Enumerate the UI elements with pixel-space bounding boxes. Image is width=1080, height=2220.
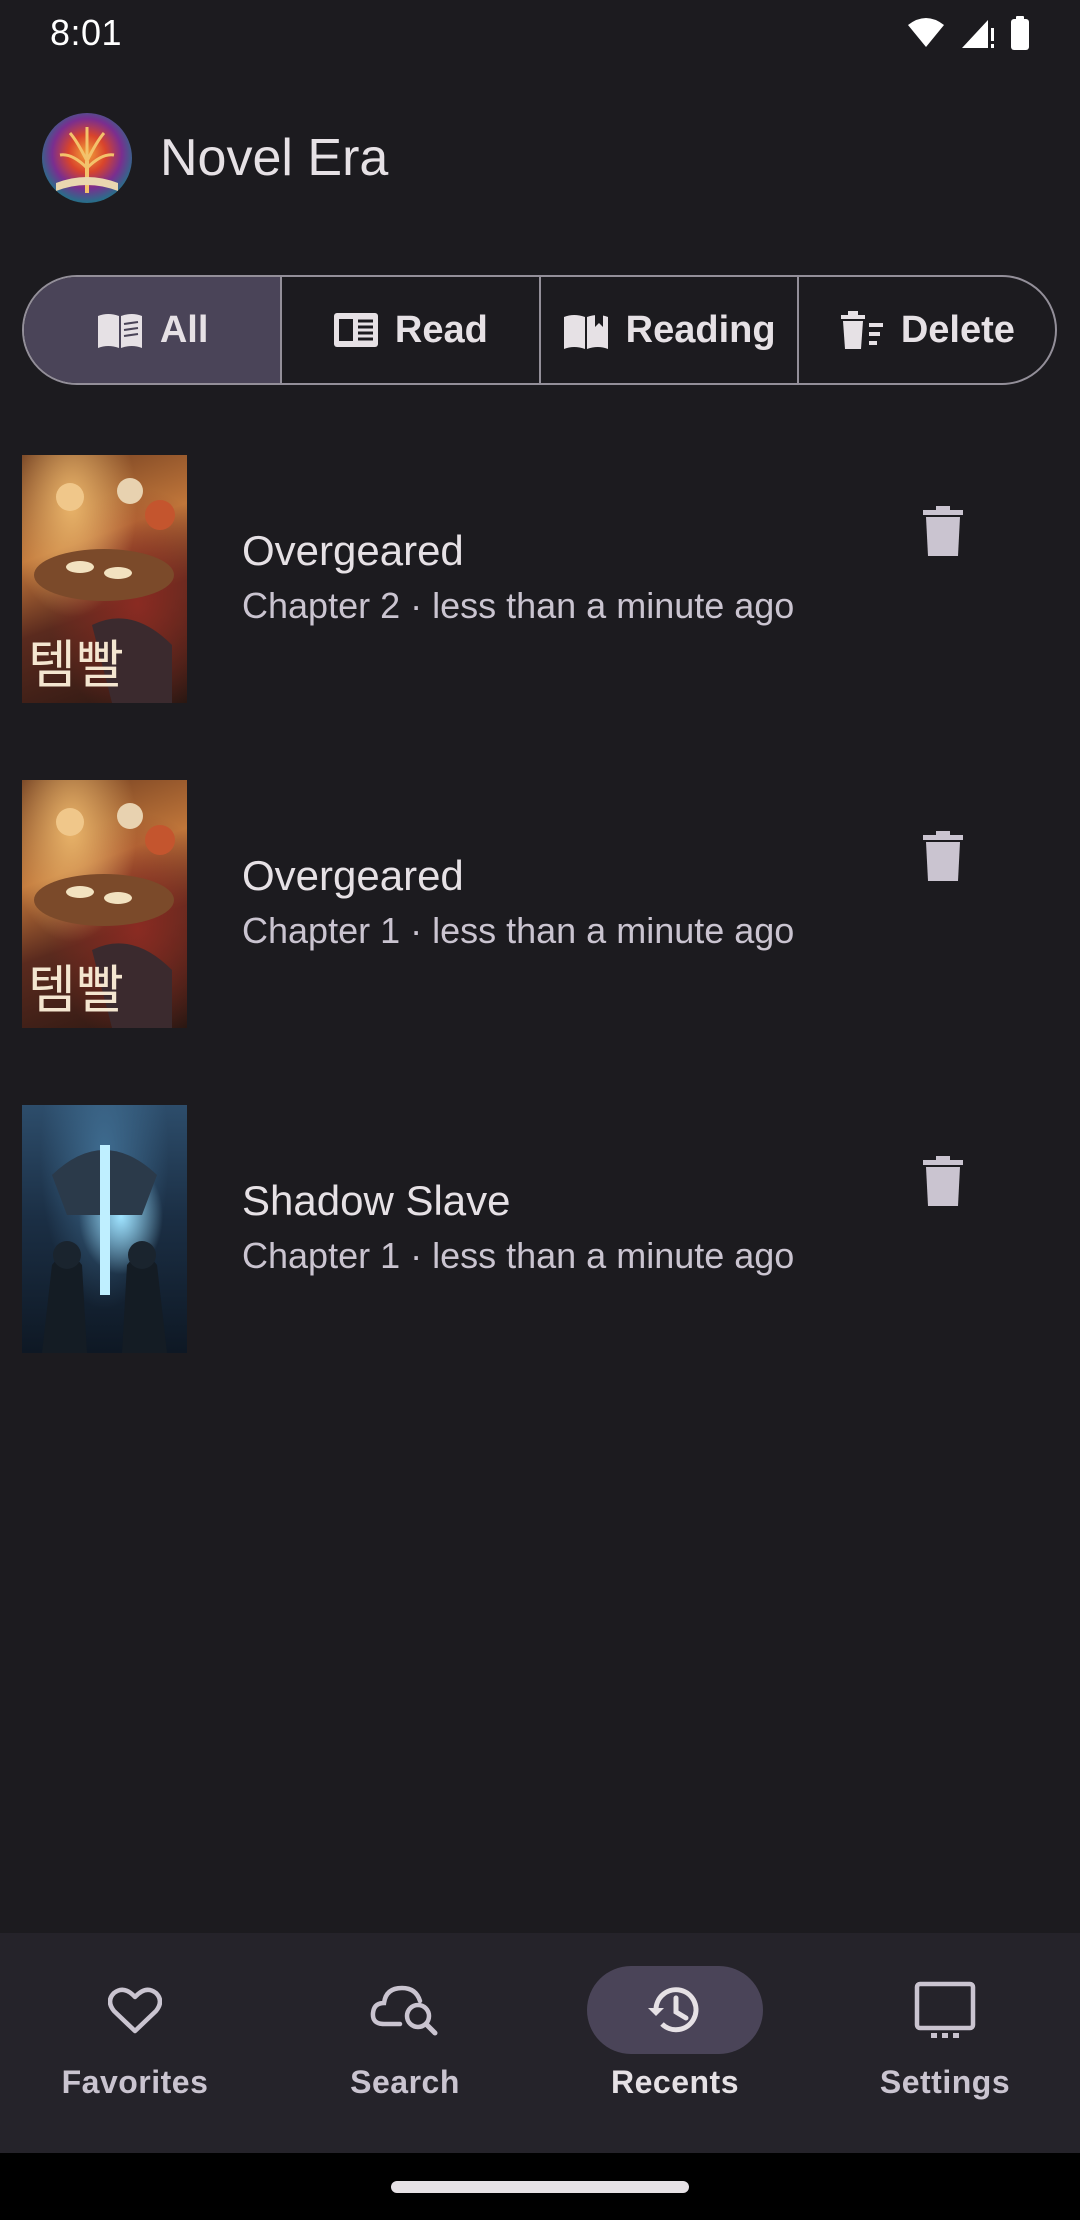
- open-book-icon: [97, 314, 142, 348]
- list-item-text: Overgeared Chapter 1 · less than a minut…: [242, 850, 794, 956]
- filter-read-label: Read: [394, 308, 488, 351]
- heart-icon: [108, 1987, 162, 2034]
- newspaper-icon: [333, 313, 378, 347]
- status-bar: 8:01: [0, 0, 1080, 66]
- nav-settings-indicator: [857, 1966, 1033, 2054]
- recents-list: 템빨 Overgeared Chapter 2 · less than a mi…: [0, 455, 1080, 1430]
- reading-book-icon: [563, 311, 608, 349]
- delete-button[interactable]: [912, 820, 974, 892]
- history-icon: [648, 1987, 699, 2033]
- trash-icon: [923, 1156, 963, 1206]
- delete-sweep-icon: [840, 311, 883, 349]
- novel-title: Overgeared: [242, 527, 464, 574]
- list-item[interactable]: 템빨 Overgeared Chapter 1 · less than a mi…: [0, 780, 1080, 1028]
- filter-reading-button[interactable]: Reading: [541, 277, 799, 383]
- app-title: Novel Era: [160, 129, 389, 187]
- filter-delete-button[interactable]: Delete: [799, 277, 1055, 383]
- app-logo: [42, 113, 132, 203]
- novel-title: Overgeared: [242, 852, 464, 899]
- filter-segmented-control: All Read Reading Delete: [22, 275, 1057, 385]
- nav-search-label: Search: [350, 2064, 460, 2100]
- status-icons: [906, 16, 1030, 50]
- recents-screen: 8:01 Novel Era All Read Reading Delete 템…: [0, 0, 1080, 2220]
- filter-all-button[interactable]: All: [24, 277, 283, 383]
- nav-favorites-indicator: [47, 1966, 223, 2054]
- filter-read-button[interactable]: Read: [282, 277, 541, 383]
- novel-title: Shadow Slave: [242, 1177, 511, 1224]
- nav-recents-label: Recents: [611, 2064, 739, 2100]
- trash-icon: [923, 831, 963, 881]
- cellular-signal-icon: [962, 20, 994, 48]
- filter-delete-label: Delete: [900, 308, 1015, 351]
- wifi-icon: [908, 18, 944, 47]
- nav-search-indicator: [317, 1966, 493, 2054]
- overgeared-cover: 템빨: [22, 455, 187, 703]
- svg-text:템빨: 템빨: [28, 961, 124, 1021]
- shadow-slave-cover: [22, 1105, 187, 1353]
- nav-recents[interactable]: Recents: [540, 1933, 810, 2153]
- nav-recents-indicator: [587, 1966, 763, 2054]
- list-item-text: Shadow Slave Chapter 1 · less than a min…: [242, 1175, 794, 1281]
- list-item[interactable]: 템빨 Overgeared Chapter 2 · less than a mi…: [0, 455, 1080, 703]
- battery-icon: [1011, 16, 1029, 50]
- delete-button[interactable]: [912, 1145, 974, 1217]
- gesture-handle[interactable]: [391, 2181, 689, 2193]
- nav-settings-label: Settings: [879, 2064, 1011, 2100]
- settings-window-icon: [914, 1981, 976, 2038]
- status-time: 8:01: [50, 12, 123, 53]
- nav-favorites[interactable]: Favorites: [0, 1933, 270, 2153]
- nav-favorites-label: Favorites: [61, 2064, 209, 2100]
- cloud-search-icon: [370, 1985, 438, 2036]
- app-bar: Novel Era: [0, 98, 1080, 218]
- nav-settings[interactable]: Settings: [810, 1933, 1080, 2153]
- filter-reading-label: Reading: [625, 308, 776, 351]
- trash-icon: [923, 506, 963, 556]
- chapter-subtitle: Chapter 1 · less than a minute ago: [242, 910, 795, 951]
- nav-search[interactable]: Search: [270, 1933, 540, 2153]
- chapter-subtitle: Chapter 2 · less than a minute ago: [242, 585, 795, 626]
- chapter-subtitle: Chapter 1 · less than a minute ago: [242, 1235, 795, 1276]
- delete-button[interactable]: [912, 495, 974, 567]
- svg-text:템빨: 템빨: [28, 636, 124, 696]
- bottom-navigation: Favorites Search Recents Settings: [0, 1933, 1080, 2153]
- filter-all-label: All: [159, 308, 209, 351]
- list-item[interactable]: Shadow Slave Chapter 1 · less than a min…: [0, 1105, 1080, 1353]
- overgeared-cover: 템빨: [22, 780, 187, 1028]
- list-item-text: Overgeared Chapter 2 · less than a minut…: [242, 525, 794, 631]
